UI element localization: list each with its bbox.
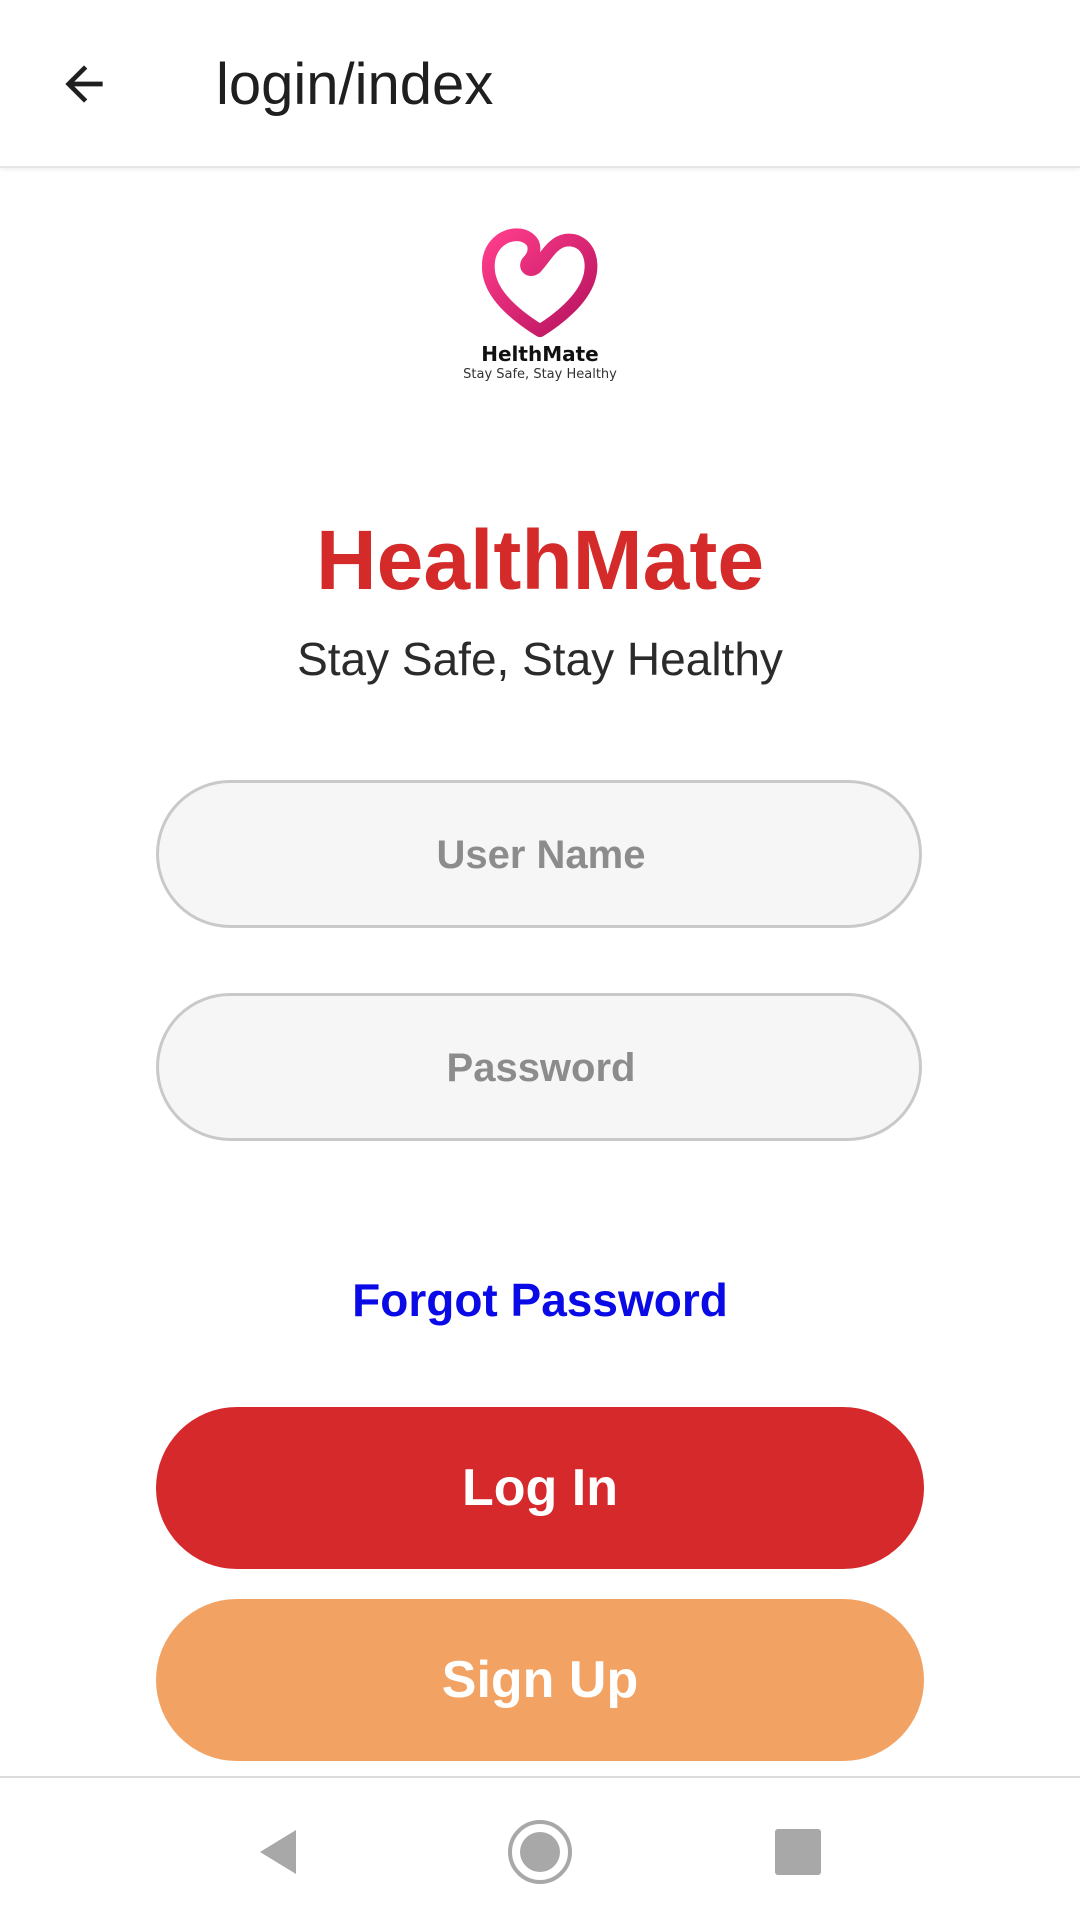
password-input[interactable]: [159, 996, 923, 1140]
system-nav-bar: [0, 1776, 1080, 1922]
circle-home-icon: [508, 1820, 572, 1884]
forgot-password-link[interactable]: Forgot Password: [0, 1270, 1080, 1330]
signup-button[interactable]: Sign Up: [156, 1599, 924, 1761]
page-title: login/index: [216, 52, 494, 117]
triangle-back-icon: [260, 1830, 296, 1874]
nav-recents-button[interactable]: [748, 1802, 848, 1902]
app-bar: login/index: [0, 0, 1080, 168]
username-field[interactable]: [156, 780, 923, 928]
nav-back-button[interactable]: [230, 1802, 330, 1902]
back-button[interactable]: [44, 40, 124, 128]
login-button[interactable]: Log In: [156, 1407, 924, 1569]
nav-home-button[interactable]: [490, 1802, 590, 1902]
arrow-left-icon: [65, 65, 103, 103]
heart-logo-icon: [482, 228, 598, 338]
password-field[interactable]: [156, 993, 923, 1141]
app-logo: HelthMate Stay Safe, Stay Healthy: [440, 226, 640, 416]
username-input[interactable]: [159, 783, 923, 927]
logo-name: HelthMate: [481, 342, 599, 366]
brand-title: HealthMate: [315, 513, 765, 607]
logo-tagline: Stay Safe, Stay Healthy: [463, 367, 617, 382]
brand-tagline: Stay Safe, Stay Healthy: [297, 633, 783, 685]
square-recents-icon: [775, 1829, 821, 1875]
